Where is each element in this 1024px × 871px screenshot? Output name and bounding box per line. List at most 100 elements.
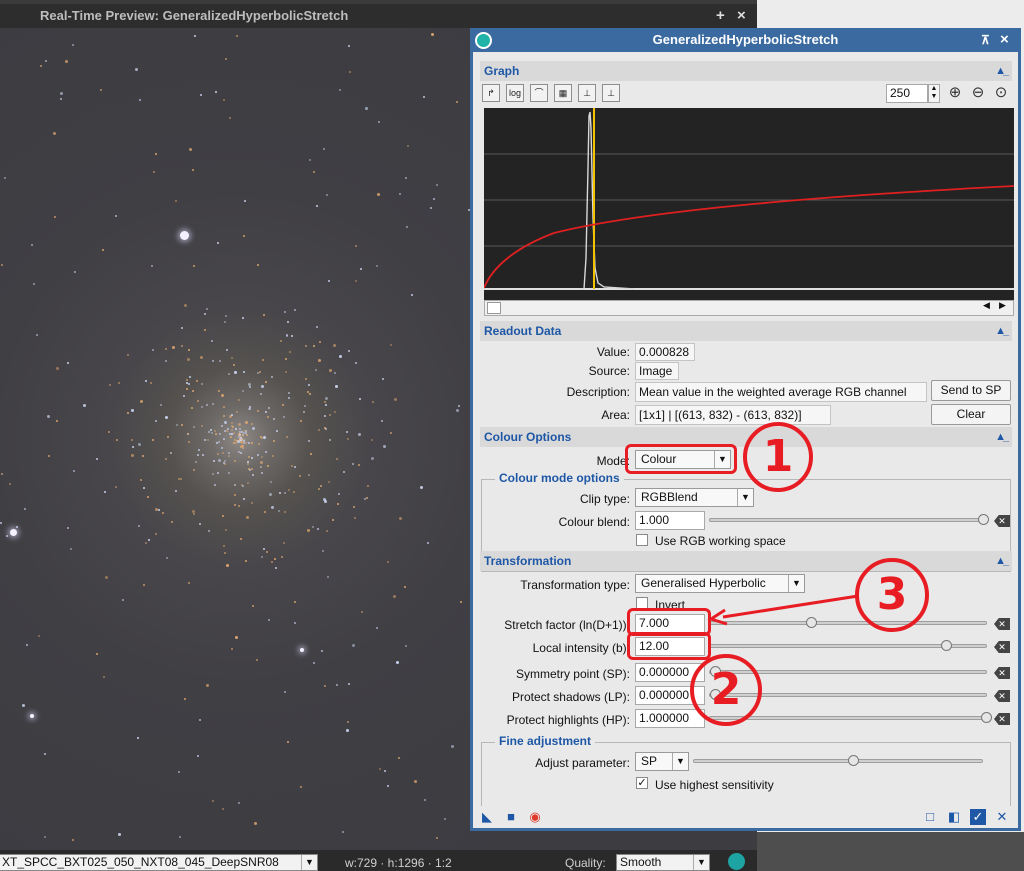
fine-adjust-slider[interactable] (693, 755, 983, 766)
star (187, 383, 190, 385)
bright-star (10, 529, 17, 536)
star (223, 414, 226, 417)
graph-canvas[interactable] (483, 108, 1015, 300)
add-icon[interactable]: + (716, 4, 725, 28)
star (217, 452, 220, 455)
zoom-spinner[interactable]: ▲ ▼ (928, 84, 940, 103)
star (243, 498, 246, 501)
slider-knob[interactable] (848, 755, 859, 766)
star (254, 822, 258, 826)
rgb-working-space-label: Use RGB working space (655, 534, 786, 548)
view-selector[interactable]: XT_SPCC_BXT025_050_NXT08_045_DeepSNR08 ▼ (0, 854, 318, 871)
collapse-icon[interactable]: ▲̲ (995, 321, 1006, 341)
highest-sensitivity-checkbox[interactable]: ✓ (636, 777, 648, 789)
star (172, 345, 176, 349)
close-icon[interactable]: × (1000, 28, 1009, 52)
dialog-footer: ◣ ■ ◉ □ ◧ ✓ ✕ (473, 806, 1018, 828)
quality-select[interactable]: Smooth ▼ (616, 854, 710, 871)
collapse-icon[interactable]: ▲̲ (995, 427, 1006, 447)
zoom-out-icon[interactable]: ⊖ (970, 85, 986, 101)
star (325, 194, 328, 197)
scroll-left-icon[interactable]: ◀ (983, 300, 990, 311)
transformation-type-select[interactable]: Generalised Hyperbolic ▼ (635, 574, 805, 593)
readout-section-header[interactable]: Readout Data ▲̲ (480, 321, 1012, 341)
reset-icon[interactable]: ✕ (994, 667, 1010, 679)
process-icon[interactable] (475, 32, 492, 49)
apply-icon[interactable]: ✓ (970, 809, 986, 825)
star (216, 242, 219, 245)
star (213, 430, 216, 433)
shade-icon[interactable]: ⊼ (981, 28, 990, 52)
star (285, 370, 288, 373)
star (225, 57, 228, 60)
clear-button[interactable]: Clear (931, 404, 1011, 425)
star (184, 304, 188, 308)
protect-highlights-slider[interactable] (709, 712, 992, 723)
collapse-icon[interactable]: ▲̲ (995, 551, 1006, 571)
star (233, 371, 237, 375)
star (55, 367, 59, 371)
reset-all-icon[interactable]: ✕ (994, 809, 1010, 825)
protect-highlights-field[interactable]: 1.000000 (635, 709, 705, 728)
star (300, 419, 303, 422)
scroll-right-icon[interactable]: ▶ (999, 300, 1006, 311)
slider-knob[interactable] (981, 712, 992, 723)
reset-icon[interactable]: ✕ (994, 690, 1010, 702)
link-icon[interactable]: ↱ (482, 84, 500, 102)
star (451, 745, 455, 749)
new-instance-icon[interactable]: ◣ (479, 809, 495, 825)
star (46, 415, 50, 419)
star (309, 452, 312, 455)
chevron-down-icon: ▼ (672, 753, 688, 770)
rgb-working-space-checkbox[interactable] (636, 534, 648, 546)
star (145, 541, 148, 544)
star (404, 644, 407, 647)
local-intensity-slider[interactable] (709, 640, 987, 651)
star (199, 718, 202, 721)
grid-icon[interactable]: ▦ (554, 84, 572, 102)
star (206, 307, 209, 310)
zoom-in-icon[interactable]: ⊕ (947, 85, 963, 101)
zoom-value-field[interactable]: 250 (886, 84, 928, 103)
histogram-icon[interactable]: ⊥ (578, 84, 596, 102)
star (243, 234, 246, 237)
zoom-reset-icon[interactable]: ⊙ (993, 85, 1009, 101)
realtime-preview-icon[interactable]: ◉ (527, 809, 543, 825)
star (321, 549, 324, 552)
browse-documentation-icon[interactable]: □ (922, 809, 938, 825)
star (175, 199, 178, 202)
star (243, 431, 246, 434)
reset-icon[interactable]: ✕ (994, 618, 1010, 630)
graph-section-header[interactable]: Graph ▲̲ (480, 61, 1012, 81)
load-icon[interactable]: ◧ (946, 809, 962, 825)
slider-knob[interactable] (941, 640, 952, 651)
star (132, 445, 135, 448)
collapse-icon[interactable]: ▲̲ (995, 61, 1006, 81)
star (130, 454, 134, 458)
send-to-sp-button[interactable]: Send to SP (931, 380, 1011, 401)
close-icon[interactable]: × (737, 4, 746, 28)
scroll-thumb[interactable] (487, 302, 501, 314)
curve-icon[interactable]: ⌒ (530, 84, 548, 102)
reset-icon[interactable]: ✕ (994, 713, 1010, 725)
reset-icon[interactable]: ✕ (994, 641, 1010, 653)
pixinsight-icon[interactable] (728, 853, 745, 870)
star (318, 358, 322, 362)
colour-blend-field[interactable]: 1.000 (635, 511, 705, 530)
combined-histogram-icon[interactable]: ⊥ (602, 84, 620, 102)
graph-scrollbar[interactable]: ◀ ▶ (484, 300, 1014, 316)
transformation-section-header[interactable]: Transformation ▲̲ (480, 551, 1012, 571)
star (371, 439, 374, 442)
star (282, 403, 285, 406)
colour-blend-slider[interactable] (709, 514, 989, 525)
star (240, 451, 243, 454)
adjust-parameter-select[interactable]: SP ▼ (635, 752, 689, 771)
slider-knob[interactable] (978, 514, 989, 525)
star (234, 484, 237, 487)
star (256, 410, 259, 413)
apply-global-icon[interactable]: ■ (503, 809, 519, 825)
star (261, 358, 264, 361)
star (250, 423, 253, 426)
log-icon[interactable]: log (506, 84, 524, 102)
clip-type-select[interactable]: RGBBlend ▼ (635, 488, 754, 507)
